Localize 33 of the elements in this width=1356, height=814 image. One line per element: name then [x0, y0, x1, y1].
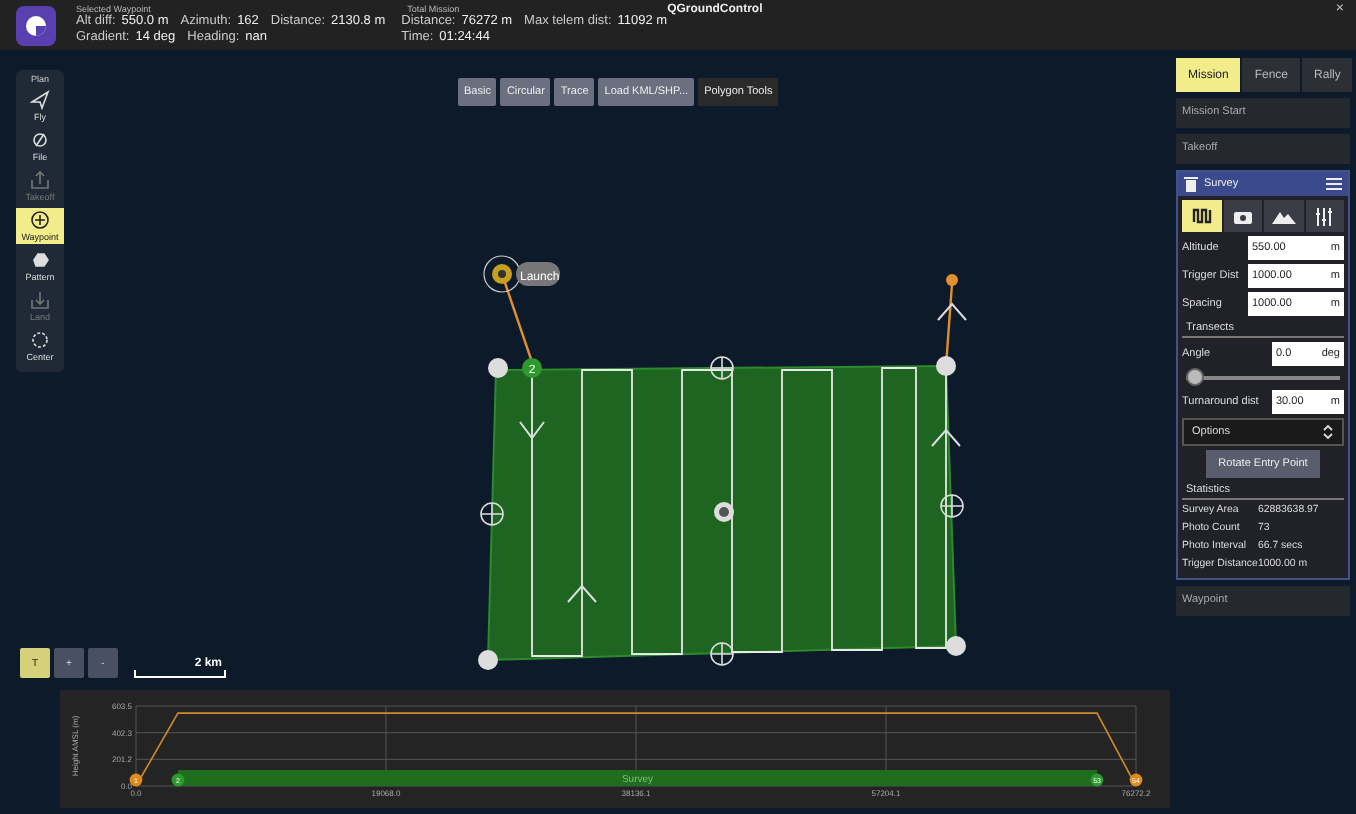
- vertex-handle[interactable]: [946, 636, 966, 656]
- up-down-caret-icon: [1322, 424, 1334, 440]
- vertex-handle[interactable]: [478, 650, 498, 670]
- crosshair-icon: [30, 330, 50, 350]
- camera-icon: [1233, 209, 1252, 223]
- menu-icon[interactable]: [1326, 178, 1342, 190]
- add-vertex-icon[interactable]: [480, 502, 504, 526]
- scale-bar: [134, 670, 226, 678]
- waypoint-marker[interactable]: [946, 274, 958, 286]
- survey-section-tab[interactable]: [1223, 200, 1262, 232]
- survey-section-tab[interactable]: [1182, 200, 1221, 232]
- add-vertex-icon[interactable]: [710, 642, 734, 666]
- add-vertex-icon[interactable]: [710, 356, 734, 380]
- center-handle-icon[interactable]: [714, 502, 734, 522]
- app-logo-icon: [16, 5, 56, 45]
- flight-path: [502, 279, 534, 363]
- wave-icon: [1191, 206, 1212, 226]
- paper-plane-icon: [30, 90, 50, 110]
- waypoint-marker[interactable]: [522, 358, 542, 378]
- mountain-icon: [1271, 209, 1296, 223]
- sliders-icon: [1316, 207, 1333, 225]
- survey-section-tab[interactable]: [1264, 200, 1303, 232]
- add-vertex-icon[interactable]: [940, 494, 964, 518]
- slider-thumb[interactable]: [1186, 368, 1204, 386]
- upload-icon: [30, 170, 50, 190]
- download-icon: [30, 290, 50, 310]
- vertex-handle[interactable]: [936, 356, 956, 376]
- vertex-handle[interactable]: [488, 358, 508, 378]
- blob-icon: [30, 250, 50, 270]
- trash-icon[interactable]: [1184, 176, 1198, 192]
- survey-section-tab[interactable]: [1305, 200, 1344, 232]
- add-circle-icon: [30, 210, 50, 230]
- launch-label-background: [516, 262, 560, 286]
